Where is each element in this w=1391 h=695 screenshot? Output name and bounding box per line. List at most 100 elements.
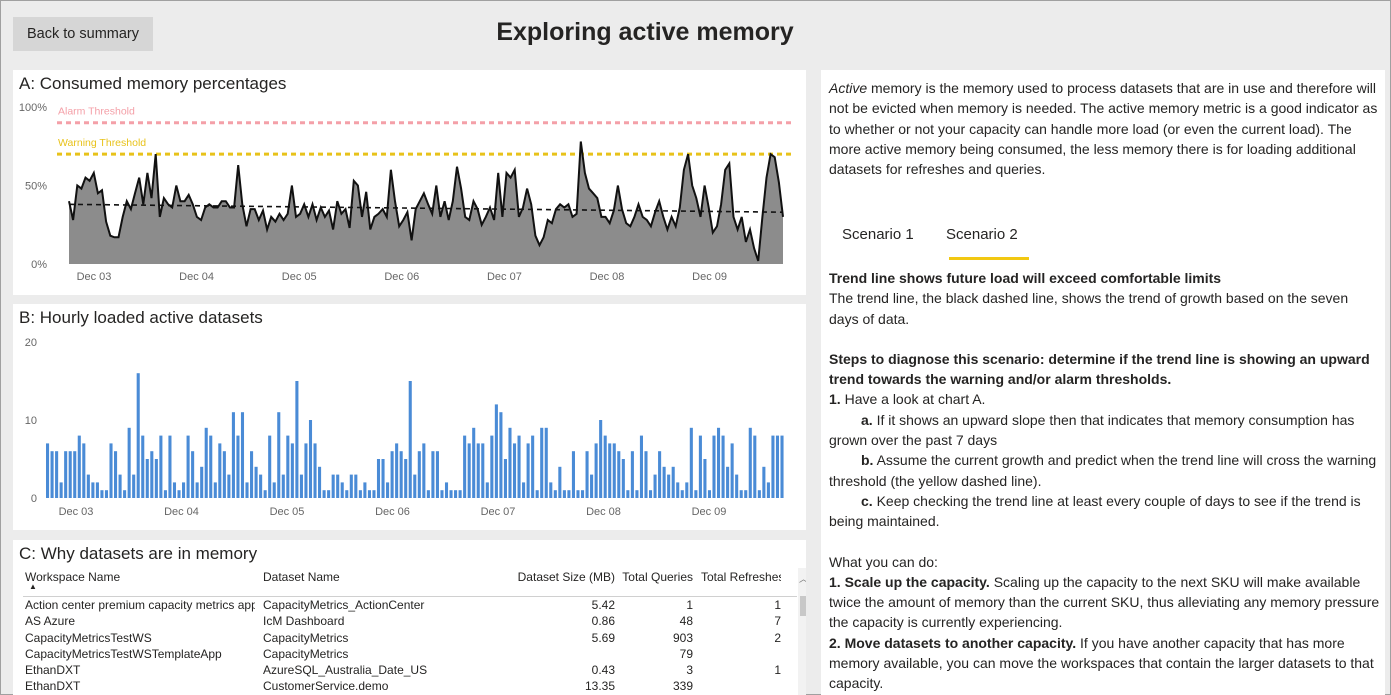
dataset-bar bbox=[204, 427, 208, 498]
dataset-bar bbox=[503, 459, 507, 498]
back-to-summary-button[interactable]: Back to summary bbox=[13, 17, 153, 51]
step-b-text: Assume the current growth and predict wh… bbox=[829, 452, 1377, 489]
dataset-bar bbox=[540, 427, 544, 498]
x-tick-label: Dec 04 bbox=[179, 271, 214, 283]
step-c: c. Keep checking the trend line at least… bbox=[829, 491, 1381, 532]
table-row[interactable]: AS Azure IcM Dashboard 0.86 48 7 bbox=[23, 613, 797, 629]
dataset-bar bbox=[390, 451, 394, 498]
x-tick-label: Dec 07 bbox=[487, 271, 522, 283]
table-row[interactable]: CapacityMetricsTestWS CapacityMetrics 5.69… bbox=[23, 630, 797, 646]
dataset-bar bbox=[295, 381, 299, 498]
table-header: Workspace Name ▲ Dataset Name Dataset Si… bbox=[23, 568, 797, 597]
dataset-bar bbox=[240, 412, 245, 498]
dataset-bar bbox=[182, 482, 186, 498]
table-cell: 2 bbox=[774, 630, 781, 645]
dataset-bar bbox=[73, 451, 77, 498]
table-scrollbar[interactable]: ︿ bbox=[798, 568, 806, 695]
dataset-bar bbox=[250, 451, 254, 498]
table-row[interactable]: CapacityMetricsTestWSTemplateApp Capacity… bbox=[23, 646, 797, 662]
sort-ascending-icon[interactable]: ▲ bbox=[29, 582, 37, 591]
table-cell: 339 bbox=[672, 679, 693, 694]
table-row[interactable]: EthanDXT AzureSQL_Australia_Date_US 0.43 3 1 bbox=[23, 662, 797, 678]
page-title: Exploring active memory bbox=[496, 18, 794, 46]
dataset-bar bbox=[109, 443, 113, 498]
dataset-bar bbox=[571, 451, 575, 498]
dataset-bar bbox=[404, 459, 408, 498]
table-cell: Action center premium capacity metrics a… bbox=[25, 598, 255, 612]
tab-scenario-2[interactable]: Scenario 2 bbox=[946, 225, 1018, 245]
x-tick-label: Dec 04 bbox=[164, 506, 199, 518]
dataset-bar bbox=[617, 451, 621, 498]
x-tick-label: Dec 06 bbox=[375, 506, 410, 518]
dataset-bar bbox=[150, 451, 154, 498]
memory-percentage-chart[interactable]: 0% 50% 100% Alarm Threshold Warning Threshol… bbox=[13, 70, 806, 295]
alarm-threshold-label: Alarm Threshold bbox=[58, 106, 135, 118]
col-dataset-name[interactable]: Dataset Name bbox=[263, 570, 340, 584]
what-heading: What you can do: bbox=[829, 553, 938, 570]
dataset-bar bbox=[644, 451, 648, 498]
scroll-up-icon[interactable]: ︿ bbox=[798, 572, 806, 585]
col-total-refreshes[interactable]: Total Refreshes bbox=[701, 570, 781, 584]
table-cell: IcM Dashboard bbox=[263, 614, 345, 629]
x-tick-label: Dec 03 bbox=[59, 506, 94, 518]
scroll-thumb[interactable] bbox=[800, 596, 806, 616]
col-dataset-size[interactable]: Dataset Size (MB) bbox=[513, 570, 615, 584]
dataset-bar bbox=[748, 427, 752, 498]
dataset-bar bbox=[104, 490, 109, 498]
step-a-text: If it shows an upward slope then that in… bbox=[829, 411, 1355, 449]
table-cell: 5.42 bbox=[591, 598, 615, 612]
dataset-bar bbox=[576, 490, 580, 498]
x-tick-label: Dec 08 bbox=[590, 271, 625, 283]
dataset-bar bbox=[177, 490, 181, 498]
dataset-bar bbox=[562, 490, 566, 498]
dataset-bar bbox=[132, 474, 136, 498]
table-cell: 0.43 bbox=[591, 663, 615, 678]
dataset-bar bbox=[762, 466, 766, 498]
warning-threshold-label: Warning Threshold bbox=[58, 137, 146, 149]
dataset-bar bbox=[639, 435, 643, 498]
dataset-bar bbox=[408, 381, 412, 498]
dataset-bar bbox=[336, 474, 340, 498]
dataset-bar bbox=[386, 482, 390, 498]
tab-scenario-1[interactable]: Scenario 1 bbox=[842, 225, 914, 245]
dataset-bar bbox=[186, 435, 190, 498]
table-cell: CapacityMetrics bbox=[263, 630, 349, 645]
col-workspace-name[interactable]: Workspace Name bbox=[25, 570, 120, 584]
dataset-bar bbox=[766, 482, 770, 498]
dataset-bar bbox=[431, 451, 435, 498]
active-tab-indicator bbox=[949, 257, 1029, 260]
dataset-bar bbox=[95, 482, 99, 498]
dataset-bar bbox=[730, 443, 734, 498]
dataset-bar bbox=[454, 490, 458, 498]
dataset-bar bbox=[580, 490, 585, 498]
dataset-bar bbox=[535, 490, 539, 498]
dataset-bar bbox=[86, 474, 90, 498]
dataset-bar bbox=[499, 412, 503, 498]
dataset-bar bbox=[599, 420, 603, 498]
dataset-bar bbox=[417, 451, 421, 498]
dataset-bar bbox=[685, 482, 689, 498]
table-cell: 7 bbox=[774, 614, 781, 629]
dataset-bar bbox=[195, 482, 199, 498]
dataset-bar bbox=[721, 435, 725, 498]
hourly-datasets-chart[interactable]: 0 10 20 Dec 03 Dec 04 Dec 05 Dec 06 Dec 07 Dec 0… bbox=[13, 304, 806, 530]
dataset-bar bbox=[100, 490, 104, 498]
col-total-queries[interactable]: Total Queries bbox=[621, 570, 693, 584]
table-cell: 13.35 bbox=[584, 679, 615, 694]
table-cell: CapacityMetrics bbox=[263, 646, 349, 661]
dataset-bar bbox=[531, 435, 535, 498]
table-row[interactable]: Action center premium capacity metrics a… bbox=[23, 597, 797, 613]
dataset-bar bbox=[227, 474, 231, 498]
dataset-bar bbox=[213, 482, 217, 498]
dataset-bar bbox=[77, 435, 81, 498]
x-tick-label: Dec 03 bbox=[77, 271, 112, 283]
do-2-title: 2. Move datasets to another capacity. bbox=[829, 634, 1077, 651]
dataset-bar bbox=[163, 490, 167, 498]
table-cell: 79 bbox=[679, 646, 693, 661]
dataset-bar bbox=[82, 443, 86, 498]
table-title: C: Why datasets are in memory bbox=[19, 544, 258, 563]
table-row[interactable]: EthanDXT CustomerService.demo 13.35 339 bbox=[23, 678, 797, 694]
dataset-bar bbox=[707, 490, 712, 498]
dataset-bar bbox=[381, 459, 385, 498]
dataset-bar bbox=[413, 474, 417, 498]
